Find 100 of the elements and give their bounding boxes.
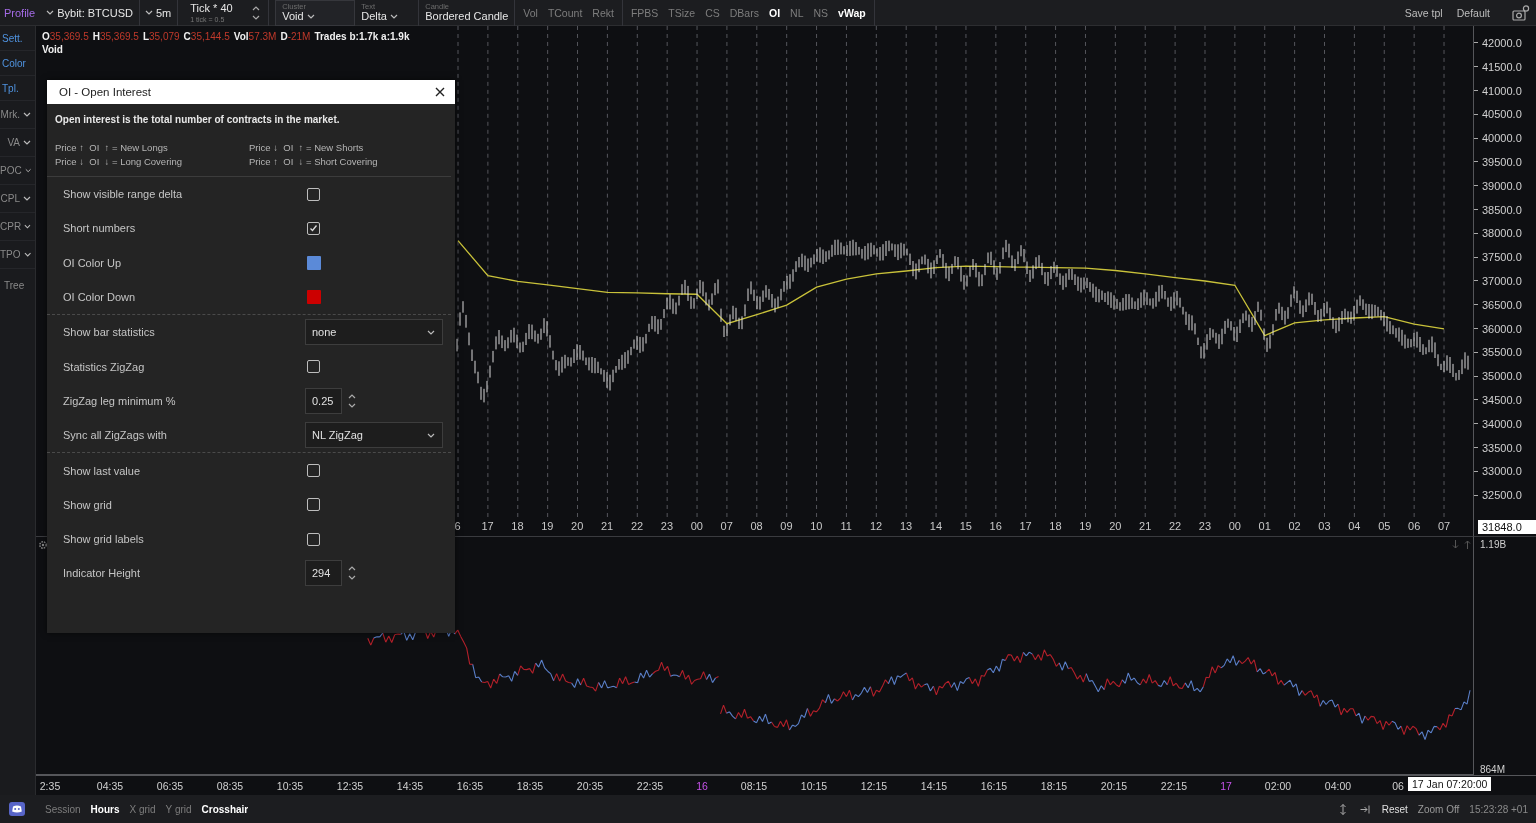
hour-label: 6 xyxy=(453,520,462,534)
indicator-toggle[interactable]: vWap xyxy=(838,6,866,19)
indicator-toggle[interactable]: NS xyxy=(813,6,829,19)
time-label: 17 xyxy=(1220,779,1232,792)
arrow-up-icon[interactable] xyxy=(1464,540,1471,549)
color-swatch[interactable] xyxy=(307,255,321,270)
settings-icon[interactable] xyxy=(38,540,48,550)
chevron-icon xyxy=(145,10,153,15)
arrow-down-icon[interactable] xyxy=(1452,540,1459,549)
dropdown[interactable]: NL ZigZag xyxy=(305,422,443,449)
checkbox[interactable] xyxy=(307,498,320,512)
setting-label: OI Color Up xyxy=(63,256,123,269)
indicator-toggle[interactable]: TSize xyxy=(668,6,696,19)
chevron-icon xyxy=(23,112,31,117)
price-label: 40500.0 xyxy=(1482,108,1522,121)
sidebar-menu[interactable]: VA xyxy=(0,129,35,157)
indicator-toggle[interactable]: Rekt xyxy=(592,6,614,19)
sidebar-item[interactable]: Tree xyxy=(0,269,35,301)
time-label: 16 xyxy=(696,779,708,792)
sidebar-menu[interactable]: Mrk. xyxy=(0,101,35,129)
status-toggle[interactable]: X grid xyxy=(129,803,156,815)
toolbar-link[interactable]: Default xyxy=(1456,6,1490,19)
symbol-dropdown[interactable]: Bybit: BTCUSD xyxy=(41,0,139,26)
indicator-toggle[interactable]: TCount xyxy=(547,6,583,19)
profile-button[interactable]: Profile xyxy=(0,6,42,19)
checkbox[interactable] xyxy=(307,221,320,235)
checkbox[interactable] xyxy=(307,464,320,477)
status-toggle[interactable]: Crosshair xyxy=(201,803,249,815)
hour-label: 00 xyxy=(1227,520,1242,534)
indicator-toggle[interactable]: NL xyxy=(790,6,804,19)
hour-label: 23 xyxy=(659,520,674,534)
number-field[interactable]: 294 xyxy=(305,560,342,587)
price-label: 42000.0 xyxy=(1482,37,1522,49)
sidebar-link[interactable]: Tpl. xyxy=(0,76,35,101)
setting-label: Show grid labels xyxy=(63,533,145,546)
indicator-toggle[interactable]: CS xyxy=(705,6,720,19)
time-label: 10:35 xyxy=(276,779,304,792)
timeframe-dropdown[interactable]: 5m xyxy=(140,0,178,26)
vertical-arrows-icon[interactable] xyxy=(1337,803,1348,815)
price-label: 36000.0 xyxy=(1482,322,1522,335)
indicator-toggle[interactable]: FPBS xyxy=(630,6,659,19)
price-label: 40000.0 xyxy=(1482,132,1522,145)
hour-label: 07 xyxy=(1436,520,1452,534)
hour-label: 15 xyxy=(958,520,973,534)
hour-label: 21 xyxy=(1138,520,1153,534)
axis-label: 1.19B xyxy=(1480,539,1508,550)
time-label: 14:15 xyxy=(920,779,948,792)
indicator-toggle[interactable]: OI xyxy=(768,6,781,19)
chevron-icon xyxy=(23,140,31,145)
checkbox[interactable] xyxy=(307,187,320,201)
sidebar-menu[interactable]: POC xyxy=(0,157,35,185)
dropdown[interactable]: none xyxy=(305,319,443,346)
toolbar-link[interactable]: Save tpl xyxy=(1404,6,1443,19)
hour-label: 22 xyxy=(629,520,645,534)
crosshair-time-label: 17 Jan 07:20:00 xyxy=(1408,777,1492,791)
chevron-icon xyxy=(389,13,398,19)
sidebar-menu[interactable]: TPO xyxy=(0,241,35,269)
setting-label: Indicator Height xyxy=(63,567,142,580)
ohlc-value: C35,144.5 xyxy=(183,30,230,43)
legend-text: Price ↓ OI ↓ = Long Covering xyxy=(55,156,183,167)
price-label: 33500.0 xyxy=(1482,441,1522,454)
hour-label: 16 xyxy=(988,520,1003,534)
indicator-toggle[interactable]: Vol xyxy=(523,6,538,19)
sidebar-menu[interactable]: CPL xyxy=(0,185,35,213)
status-toggle[interactable]: Session xyxy=(45,803,81,815)
chevron-icon xyxy=(23,196,31,201)
time-label: 04:00 xyxy=(1324,779,1352,792)
checkbox[interactable] xyxy=(307,532,320,546)
time-label: 14:35 xyxy=(396,779,424,792)
hour-label: 13 xyxy=(898,520,914,534)
number-field[interactable]: 0.25 xyxy=(305,387,342,414)
hour-label: 17 xyxy=(1018,520,1033,534)
sidebar-link[interactable]: Sett. xyxy=(0,26,35,51)
time-label: 12:35 xyxy=(336,779,364,792)
setting-label: Show grid xyxy=(63,498,113,511)
spinner-icon[interactable] xyxy=(348,392,356,409)
chevron-icon xyxy=(23,252,31,257)
crosshair-price-label: 31848.0 xyxy=(1478,520,1536,534)
close-icon[interactable] xyxy=(435,87,445,97)
status-action[interactable]: Zoom Off xyxy=(1417,803,1460,815)
indicator-toggle[interactable]: DBars xyxy=(729,6,759,19)
status-action[interactable]: Reset xyxy=(1381,803,1408,815)
status-toggle[interactable]: Hours xyxy=(90,803,120,815)
color-swatch[interactable] xyxy=(307,290,321,305)
sidebar-menu[interactable]: CPR xyxy=(0,213,35,241)
price-label: 33000.0 xyxy=(1482,465,1522,478)
hour-label: 20 xyxy=(570,520,585,534)
status-toggle[interactable]: Y grid xyxy=(165,803,192,815)
arrow-to-line-icon[interactable] xyxy=(1359,803,1370,815)
spinner-icon[interactable] xyxy=(348,565,356,582)
clock: 15:23:28 +01 xyxy=(1469,803,1528,815)
checkmark-icon xyxy=(309,223,318,233)
hour-label: 06 xyxy=(1407,520,1422,534)
price-label: 32500.0 xyxy=(1482,489,1522,502)
time-label: 06 xyxy=(1392,779,1404,792)
spinner-icon[interactable] xyxy=(252,4,261,21)
camera-icon[interactable] xyxy=(1512,4,1530,21)
sidebar-link[interactable]: Color xyxy=(0,51,35,76)
checkbox[interactable] xyxy=(307,360,320,374)
chat-icon[interactable] xyxy=(9,802,25,816)
